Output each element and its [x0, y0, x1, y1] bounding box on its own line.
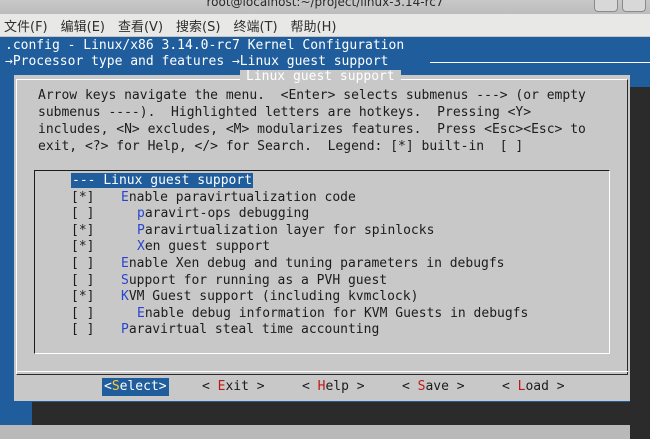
button-label-rest: oad >: [525, 379, 565, 394]
dialog-shadow-bottom: [32, 402, 650, 425]
option-label: --- Linux guest support: [71, 173, 254, 188]
option-item[interactable]: [*] Xen guest support: [71, 239, 611, 256]
option-checkbox[interactable]: [ ]: [71, 306, 107, 323]
option-checkbox[interactable]: [*]: [71, 190, 107, 207]
button-bracket-open: <: [202, 379, 218, 394]
option-text: upport for running as a PVH guest: [128, 272, 388, 288]
option-checkbox[interactable]: [*]: [71, 239, 107, 256]
option-hotkey: P: [137, 222, 145, 238]
window-titlebar: root@localhost:~/project/linux-3.14-rc7: [0, 0, 650, 14]
close-button[interactable]: [622, 0, 646, 12]
option-checkbox[interactable]: [*]: [71, 223, 107, 240]
save-button[interactable]: < Save >: [402, 378, 465, 396]
option-label: paravirt-ops debugging: [137, 206, 309, 221]
help-line: submenus ----). Highlighted letters are …: [38, 105, 532, 120]
window-title: root@localhost:~/project/linux-3.14-rc7: [206, 0, 444, 9]
option-rows: --- Linux guest support [*] Enable paravir…: [71, 173, 611, 339]
option-item[interactable]: [ ] Enable Xen debug and tuning parameter…: [71, 256, 611, 273]
help-line: Arrow keys navigate the menu. <Enter> se…: [38, 88, 586, 103]
window-controls: [594, 0, 646, 12]
select-button[interactable]: <Select>: [102, 378, 169, 396]
button-separator: [16, 371, 628, 372]
menu-edit[interactable]: 编辑(E): [57, 16, 114, 35]
option-item[interactable]: [ ] paravirt-ops debugging: [71, 206, 611, 223]
option-label: Paravirtual steal time accounting: [121, 322, 379, 337]
breadcrumb: →Processor type and features →Linux gues…: [5, 54, 389, 69]
option-item[interactable]: [ ] Paravirtual steal time accounting: [71, 322, 611, 339]
option-label: Xen guest support: [137, 239, 270, 254]
option-hotkey: E: [137, 305, 145, 321]
option-checkbox[interactable]: [ ]: [71, 273, 107, 290]
option-text: VM Guest support (including kvmclock): [128, 289, 419, 305]
option-text: nable Xen debug and tuning parameters in…: [128, 255, 505, 271]
option-item[interactable]: [*] KVM Guest support (including kvmclock…: [71, 289, 611, 306]
option-item[interactable]: --- Linux guest support: [71, 173, 611, 190]
option-text: Linux guest support: [103, 173, 253, 188]
option-label: Enable paravirtualization code: [121, 190, 356, 205]
option-hotkey: P: [121, 322, 129, 338]
help-text: Arrow keys navigate the menu. <Enter> se…: [38, 87, 628, 155]
button-bracket-open: <: [302, 379, 318, 394]
option-text: nable paravirtualization code: [128, 189, 356, 205]
option-label: Enable Xen debug and tuning parameters i…: [121, 256, 505, 271]
option-hotkey: p: [137, 206, 145, 222]
menu-terminal[interactable]: 终端(T): [229, 16, 286, 35]
button-bracket-open: <: [402, 379, 418, 394]
button-label-rest: elect>: [119, 379, 167, 394]
option-text: aravirtualization layer for spinlocks: [144, 222, 435, 238]
help-button[interactable]: < Help >: [302, 378, 365, 396]
option-hotkey: E: [121, 189, 129, 205]
option-label: Enable debug information for KVM Guests …: [137, 306, 528, 321]
option-item[interactable]: [ ] Support for running as a PVH guest: [71, 273, 611, 290]
option-label: Paravirtualization layer for spinlocks: [137, 223, 434, 238]
option-hotkey: K: [121, 289, 129, 305]
dialog-title: Linux guest support: [240, 70, 401, 84]
option-hotkey: S: [121, 272, 129, 288]
button-bar: <Select> < Exit > < Help > < Save > < Load >: [34, 378, 608, 396]
option-text: aravirt-ops debugging: [144, 206, 310, 222]
option-checkbox[interactable]: [*]: [71, 289, 107, 306]
option-checkbox[interactable]: [ ]: [71, 322, 107, 339]
option-label: KVM Guest support (including kvmclock): [121, 289, 418, 304]
menu-search[interactable]: 搜索(S): [172, 16, 229, 35]
button-label-rest: ave >: [425, 379, 465, 394]
help-line: includes, <N> excludes, <M> modularizes …: [38, 122, 586, 137]
terminal-screen[interactable]: .config - Linux/x86 3.14.0-rc7 Kernel Co…: [0, 37, 650, 439]
menu-file[interactable]: 文件(F): [0, 16, 57, 35]
menuconfig-header: .config - Linux/x86 3.14.0-rc7 Kernel Co…: [5, 38, 404, 70]
option-item[interactable]: [*] Paravirtualization layer for spinlock…: [71, 223, 611, 240]
button-label-rest: xit >: [225, 379, 265, 394]
menu-help[interactable]: 帮助(H): [287, 16, 346, 35]
option-checkbox[interactable]: [ ]: [71, 206, 107, 223]
button-bracket-open: <: [104, 379, 112, 394]
option-label: Support for running as a PVH guest: [121, 273, 387, 288]
option-item[interactable]: [ ] Enable debug information for KVM Gues…: [71, 306, 611, 323]
option-text: en guest support: [144, 239, 271, 255]
option-text: nable debug information for KVM Guests i…: [144, 305, 529, 321]
option-text: aravirtual steal time accounting: [128, 322, 380, 338]
exit-button[interactable]: < Exit >: [202, 378, 265, 396]
header-rule: [430, 62, 650, 63]
button-bracket-open: <: [502, 379, 518, 394]
dialog-shadow-right: [630, 87, 650, 439]
menubar: 文件(F) 编辑(E) 查看(V) 搜索(S) 终端(T) 帮助(H): [0, 14, 650, 37]
option-checkbox[interactable]: [ ]: [71, 256, 107, 273]
option-hotkey: X: [137, 239, 145, 255]
menuconfig-dialog: Linux guest support Arrow keys navigate …: [14, 70, 630, 401]
minimize-button[interactable]: [594, 0, 618, 12]
option-hotkey: E: [121, 255, 129, 271]
menu-view[interactable]: 查看(V): [114, 16, 172, 35]
help-line: exit, <?> for Help, </> for Search. Lege…: [38, 139, 524, 154]
option-item[interactable]: [*] Enable paravirtualization code: [71, 190, 611, 207]
config-title: .config - Linux/x86 3.14.0-rc7 Kernel Co…: [5, 38, 405, 53]
load-button[interactable]: < Load >: [502, 378, 565, 396]
option-list: --- Linux guest support [*] Enable paravir…: [34, 170, 610, 354]
button-label-rest: elp >: [325, 379, 365, 394]
button-hotkey: S: [111, 379, 120, 394]
option-prefix: ---: [72, 173, 104, 188]
